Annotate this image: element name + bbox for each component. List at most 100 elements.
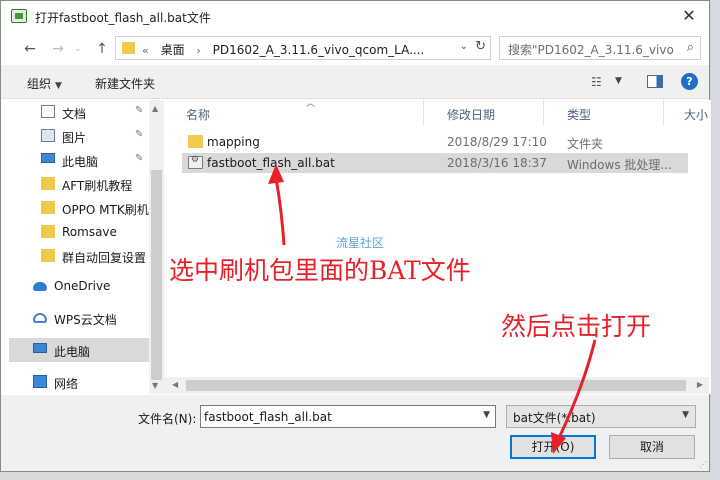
scrollbar-thumb[interactable] xyxy=(151,170,162,380)
folder-icon xyxy=(122,42,135,54)
sidebar-item-this-pc[interactable]: 此电脑 xyxy=(9,338,149,362)
breadcrumb-desktop[interactable]: 桌面 xyxy=(161,43,185,57)
sort-ascending-icon: ︿ xyxy=(306,99,316,109)
scroll-right-icon[interactable]: ▶ xyxy=(697,380,703,389)
organize-label: 组织 xyxy=(27,77,52,91)
sidebar-item-oppo-mtk[interactable]: OPPO MTK刷机 xyxy=(1,196,149,220)
sidebar-item-group-auto-reply[interactable]: 群自动回复设置 xyxy=(1,244,149,268)
folder-icon xyxy=(188,135,203,148)
pin-icon: ✎ xyxy=(135,105,144,116)
pictures-icon xyxy=(41,129,55,142)
breadcrumb-separator-icon: › xyxy=(196,44,201,57)
open-button[interactable]: 打开(O) xyxy=(510,435,596,459)
file-row-fastboot-bat[interactable]: fastboot_flash_all.bat 2018/3/16 18:37 W… xyxy=(182,153,688,173)
address-dropdown-icon[interactable]: ⌄ xyxy=(460,41,468,52)
filename-label: 文件名(N): xyxy=(138,412,197,426)
sidebar-item-label: 此电脑 xyxy=(54,345,91,359)
navigation-pane-scrollbar[interactable]: ▲ ▼ xyxy=(149,100,164,394)
sidebar-item-onedrive[interactable]: OneDrive xyxy=(1,274,149,298)
column-header-label: 修改日期 xyxy=(447,108,496,122)
sidebar-item-documents[interactable]: 文档 ✎ xyxy=(1,100,149,124)
chevron-down-icon: ▼ xyxy=(55,81,62,91)
sidebar-item-label: OneDrive xyxy=(54,279,111,293)
breadcrumb-current-folder[interactable]: PD1602_A_3.11.6_vivo_qcom_LA.... xyxy=(213,43,425,57)
file-type-filter-select[interactable]: bat文件(*.bat) ▼ xyxy=(506,405,696,428)
pin-icon: ✎ xyxy=(135,129,144,140)
cancel-button[interactable]: 取消 xyxy=(609,435,695,459)
folder-icon xyxy=(41,177,55,190)
sidebar-item-romsave[interactable]: Romsave xyxy=(1,220,149,244)
dialog-footer: 文件名(N): ▼ bat文件(*.bat) ▼ 打开(O) 取消 ⋰ xyxy=(1,395,709,471)
file-list-horizontal-scrollbar[interactable]: ◀ ▶ xyxy=(164,377,709,394)
network-icon xyxy=(33,375,47,388)
column-header-date[interactable]: 修改日期 xyxy=(424,100,544,126)
refresh-icon[interactable]: ↻ xyxy=(475,39,486,54)
command-toolbar: 组织 ▼ 新建文件夹 ☷ ▼ ? xyxy=(1,65,709,99)
close-icon[interactable]: ✕ xyxy=(677,5,701,27)
sidebar-item-label: 文档 xyxy=(62,107,87,121)
sidebar-item-network[interactable]: 网络 xyxy=(1,370,149,394)
scrollbar-thumb[interactable] xyxy=(186,380,686,391)
desktop-background xyxy=(711,0,720,472)
pin-icon: ✎ xyxy=(135,153,144,164)
file-name: fastboot_flash_all.bat xyxy=(207,156,335,170)
address-bar[interactable]: « 桌面 › PD1602_A_3.11.6_vivo_qcom_LA.... … xyxy=(115,36,491,60)
filename-input[interactable] xyxy=(204,408,476,425)
wps-cloud-icon xyxy=(33,313,47,323)
annotation-select-bat: 选中刷机包里面的BAT文件 xyxy=(169,256,471,285)
batch-file-icon xyxy=(188,155,203,169)
search-icon[interactable]: ⌕ xyxy=(687,40,694,55)
help-icon[interactable]: ? xyxy=(681,73,698,90)
scroll-up-icon[interactable]: ▲ xyxy=(152,104,158,113)
column-header-name[interactable]: 名称 ︿ xyxy=(164,99,424,126)
desktop-taskbar-strip xyxy=(0,472,720,480)
file-date: 2018/3/16 18:37 xyxy=(447,156,547,170)
computer-icon xyxy=(41,153,55,163)
sidebar-item-this-pc-quick[interactable]: 此电脑 ✎ xyxy=(1,148,149,172)
computer-icon xyxy=(33,343,47,353)
chevron-down-icon[interactable]: ▼ xyxy=(682,410,689,420)
new-folder-button[interactable]: 新建文件夹 xyxy=(95,75,155,92)
app-icon xyxy=(11,9,27,23)
resize-grip-icon[interactable]: ⋰ xyxy=(699,460,707,469)
file-type: Windows 批处理... xyxy=(567,158,672,172)
sidebar-item-label: OPPO MTK刷机 xyxy=(62,203,149,217)
sidebar-item-label: 群自动回复设置 xyxy=(62,251,147,265)
document-icon xyxy=(41,105,55,118)
chevron-down-icon[interactable]: ▼ xyxy=(483,410,490,420)
forward-arrow-icon[interactable]: → xyxy=(47,39,69,59)
annotation-click-open: 然后点击打开 xyxy=(501,312,652,341)
file-list: 名称 ︿ 修改日期 类型 大小 mapping 2018/8/29 17:10 … xyxy=(164,99,711,394)
sidebar-item-pictures[interactable]: 图片 ✎ xyxy=(1,124,149,148)
sidebar-item-label: WPS云文档 xyxy=(54,313,117,327)
organize-menu-button[interactable]: 组织 ▼ xyxy=(27,75,62,92)
scroll-down-icon[interactable]: ▼ xyxy=(152,381,158,390)
sidebar-item-label: 此电脑 xyxy=(62,155,99,169)
recent-locations-chevron-icon[interactable]: ⌄ xyxy=(67,39,89,59)
search-input[interactable]: 搜索"PD1602_A_3.11.6_vivo... xyxy=(508,41,674,58)
view-chevron-down-icon[interactable]: ▼ xyxy=(615,76,622,86)
window-title: 打开fastboot_flash_all.bat文件 xyxy=(35,11,211,25)
breadcrumb-overflow-chevron[interactable]: « xyxy=(142,44,149,57)
file-row-mapping[interactable]: mapping 2018/8/29 17:10 文件夹 xyxy=(182,132,688,152)
up-arrow-icon[interactable]: ↑ xyxy=(91,39,113,59)
navigation-pane: 文档 ✎ 图片 ✎ 此电脑 ✎ AFT刷机教程 OPPO MTK刷机 Romsa… xyxy=(1,100,164,394)
title-bar: 打开fastboot_flash_all.bat文件 ✕ xyxy=(1,1,709,31)
column-header-label: 大小 xyxy=(684,108,709,122)
file-date: 2018/8/29 17:10 xyxy=(447,135,547,149)
view-options-icon[interactable]: ☷ xyxy=(591,75,607,89)
search-box[interactable]: 搜索"PD1602_A_3.11.6_vivo... ⌕ xyxy=(499,36,701,60)
column-header-size[interactable]: 大小 xyxy=(664,100,711,126)
sidebar-item-wps-cloud[interactable]: WPS云文档 xyxy=(1,306,149,330)
scroll-left-icon[interactable]: ◀ xyxy=(172,380,178,389)
open-file-dialog: 打开fastboot_flash_all.bat文件 ✕ ← → ⌄ ↑ « 桌… xyxy=(0,0,711,472)
sidebar-item-label: AFT刷机教程 xyxy=(62,179,133,193)
file-type: 文件夹 xyxy=(567,137,604,151)
filename-combobox[interactable]: ▼ xyxy=(200,405,496,428)
column-header-type[interactable]: 类型 xyxy=(544,100,664,126)
preview-pane-icon[interactable] xyxy=(647,75,663,88)
sidebar-item-label: 网络 xyxy=(54,377,79,391)
onedrive-icon xyxy=(33,282,47,291)
sidebar-item-aft-tutorial[interactable]: AFT刷机教程 xyxy=(1,172,149,196)
back-arrow-icon[interactable]: ← xyxy=(19,39,41,59)
